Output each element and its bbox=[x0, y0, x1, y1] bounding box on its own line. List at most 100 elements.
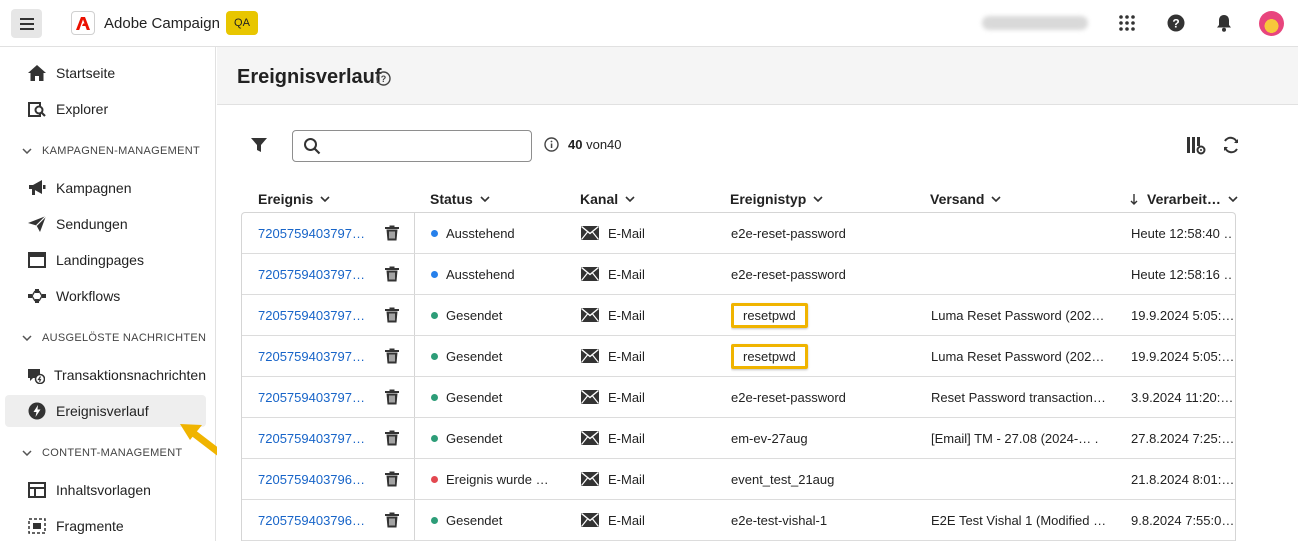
event-id-link[interactable]: 7205759403797… bbox=[258, 418, 368, 458]
chevron-down-icon bbox=[320, 196, 330, 202]
table-row[interactable]: 7205759403797… Gesendet E-Mail em-ev-27aug [… bbox=[242, 418, 1235, 459]
status-dot-icon bbox=[431, 311, 438, 319]
section-title: AUSGELÖSTE NACHRICHTEN bbox=[42, 332, 207, 344]
menu-icon[interactable] bbox=[11, 9, 42, 38]
column-verarbeitet[interactable]: Verarbeit… bbox=[1130, 185, 1238, 213]
processed-time-text: 21.8.2024 8:01:… bbox=[1131, 471, 1233, 487]
event-id-link[interactable]: 7205759403797… bbox=[258, 377, 368, 417]
delete-icon[interactable] bbox=[384, 336, 402, 376]
delete-icon[interactable] bbox=[384, 500, 402, 540]
processed-time-text: Heute 12:58:40 … bbox=[1131, 225, 1233, 241]
table-row[interactable]: 7205759403797… Ausstehend E-Mail e2e-reset-… bbox=[242, 213, 1235, 254]
event-type-cell: e2e-reset-password bbox=[731, 254, 921, 294]
help-icon[interactable]: ? bbox=[1165, 12, 1187, 34]
table-row[interactable]: 7205759403797… Ausstehend E-Mail e2e-reset-… bbox=[242, 254, 1235, 295]
table-row[interactable]: 7205759403796… Ereignis wurde … E-Mail even… bbox=[242, 459, 1235, 500]
page-title: Ereignisverlauf bbox=[237, 66, 382, 88]
status-dot-icon bbox=[431, 516, 438, 524]
top-bar: Adobe Campaign QA ? bbox=[0, 0, 1298, 47]
sidebar-item-transaktionsnachrichten[interactable]: Transaktionsnachrichten bbox=[5, 359, 206, 391]
help-icon[interactable]: ? bbox=[376, 71, 391, 86]
table-row[interactable]: 7205759403796… Gesendet E-Mail e2e-test-vis… bbox=[242, 500, 1235, 541]
delivery-text[interactable] bbox=[931, 459, 1111, 499]
sidebar-item-kampagnen[interactable]: Kampagnen bbox=[5, 172, 206, 204]
delivery-text[interactable]: Reset Password transaction… bbox=[931, 377, 1111, 417]
table-row[interactable]: 7205759403797… Gesendet E-Mail resetpwd Luma… bbox=[242, 295, 1235, 336]
bell-icon[interactable] bbox=[1213, 12, 1235, 34]
column-versand[interactable]: Versand bbox=[930, 185, 1002, 213]
column-ereignis[interactable]: Ereignis bbox=[258, 185, 330, 213]
event-id-link[interactable]: 7205759403796… bbox=[258, 459, 368, 499]
processed-time-text: 19.9.2024 5:05:… bbox=[1131, 348, 1233, 364]
delete-icon[interactable] bbox=[384, 295, 402, 335]
processed-time-text: Heute 12:58:16 … bbox=[1131, 266, 1233, 282]
table-row[interactable]: 7205759403797… Gesendet E-Mail resetpwd Luma… bbox=[242, 336, 1235, 377]
status-dot-icon bbox=[431, 270, 438, 278]
sidebar-item-inhaltsvorlagen[interactable]: Inhaltsvorlagen bbox=[5, 474, 206, 506]
delete-icon[interactable] bbox=[384, 459, 402, 499]
sidebar-item-explorer[interactable]: Explorer bbox=[5, 93, 206, 125]
processed-time-text: 3.9.2024 11:20:… bbox=[1131, 389, 1233, 405]
chevron-down-icon bbox=[22, 148, 34, 154]
sidebar-item-label: Startseite bbox=[56, 65, 116, 81]
event-id-link[interactable]: 7205759403797… bbox=[258, 295, 368, 335]
status-text: Gesendet bbox=[446, 512, 503, 528]
column-settings-icon[interactable] bbox=[1186, 135, 1206, 155]
event-type-text: e2e-reset-password bbox=[731, 266, 846, 282]
event-type-cell: event_test_21aug bbox=[731, 459, 921, 499]
channel-cell: E-Mail bbox=[581, 459, 721, 499]
column-ereignistyp[interactable]: Ereignistyp bbox=[730, 185, 823, 213]
mail-icon bbox=[581, 267, 599, 281]
table-row[interactable]: 7205759403797… Gesendet E-Mail e2e-reset-pa… bbox=[242, 377, 1235, 418]
delivery-text[interactable] bbox=[931, 213, 1111, 253]
sort-down-arrow-icon bbox=[1130, 193, 1138, 205]
section-content-management[interactable]: CONTENT-MANAGEMENT bbox=[22, 447, 182, 459]
filter-icon[interactable] bbox=[249, 135, 269, 155]
result-count-current: 40 bbox=[568, 137, 583, 152]
lightning-icon bbox=[27, 401, 47, 421]
delivery-text[interactable]: Luma Reset Password (202… bbox=[931, 336, 1111, 376]
delivery-text[interactable] bbox=[931, 254, 1111, 294]
apps-grid-icon[interactable] bbox=[1116, 12, 1138, 34]
adobe-logo-icon[interactable] bbox=[71, 11, 95, 35]
event-id-link[interactable]: 7205759403796… bbox=[258, 500, 368, 540]
status-text: Gesendet bbox=[446, 430, 503, 446]
sidebar-item-startseite[interactable]: Startseite bbox=[5, 57, 206, 89]
environment-badge: QA bbox=[226, 11, 258, 35]
event-id-link[interactable]: 7205759403797… bbox=[258, 336, 368, 376]
avatar[interactable] bbox=[1259, 11, 1284, 36]
sidebar-item-landingpages[interactable]: Landingpages bbox=[5, 244, 206, 276]
status-dot-icon bbox=[431, 434, 438, 442]
delete-icon[interactable] bbox=[384, 254, 402, 294]
sidebar-item-workflows[interactable]: Workflows bbox=[5, 280, 206, 312]
column-status[interactable]: Status bbox=[430, 185, 490, 213]
column-label: Status bbox=[430, 191, 473, 207]
org-name-blurred[interactable] bbox=[982, 16, 1088, 30]
column-kanal[interactable]: Kanal bbox=[580, 185, 635, 213]
section-kampagnen-management[interactable]: KAMPAGNEN-MANAGEMENT bbox=[22, 145, 200, 157]
column-label: Versand bbox=[930, 191, 985, 207]
section-title: CONTENT-MANAGEMENT bbox=[42, 447, 183, 459]
sidebar-item-sendungen[interactable]: Sendungen bbox=[5, 208, 206, 240]
delete-icon[interactable] bbox=[384, 418, 402, 458]
event-id-link[interactable]: 7205759403797… bbox=[258, 254, 368, 294]
section-ausgeloeste-nachrichten[interactable]: AUSGELÖSTE NACHRICHTEN bbox=[22, 332, 206, 344]
status-dot-icon bbox=[431, 352, 438, 360]
chevron-down-icon bbox=[813, 196, 823, 202]
sidebar-item-fragmente[interactable]: Fragmente bbox=[5, 510, 206, 541]
delivery-text[interactable]: E2E Test Vishal 1 (Modified … bbox=[931, 500, 1111, 540]
event-type-text: event_test_21aug bbox=[731, 471, 835, 487]
delivery-text[interactable]: Luma Reset Password (202… bbox=[931, 295, 1111, 335]
status-text: Gesendet bbox=[446, 307, 503, 323]
search-input[interactable] bbox=[292, 130, 532, 162]
delivery-text[interactable]: [Email] TM - 27.08 (2024-… . bbox=[931, 418, 1111, 458]
event-id-link[interactable]: 7205759403797… bbox=[258, 213, 368, 253]
explorer-icon bbox=[27, 99, 47, 119]
channel-text: E-Mail bbox=[608, 512, 645, 528]
chevron-down-icon bbox=[22, 450, 34, 456]
mail-icon bbox=[581, 513, 599, 527]
app-title[interactable]: Adobe Campaign bbox=[104, 15, 220, 32]
delete-icon[interactable] bbox=[384, 377, 402, 417]
refresh-icon[interactable] bbox=[1221, 135, 1241, 155]
delete-icon[interactable] bbox=[384, 213, 402, 253]
